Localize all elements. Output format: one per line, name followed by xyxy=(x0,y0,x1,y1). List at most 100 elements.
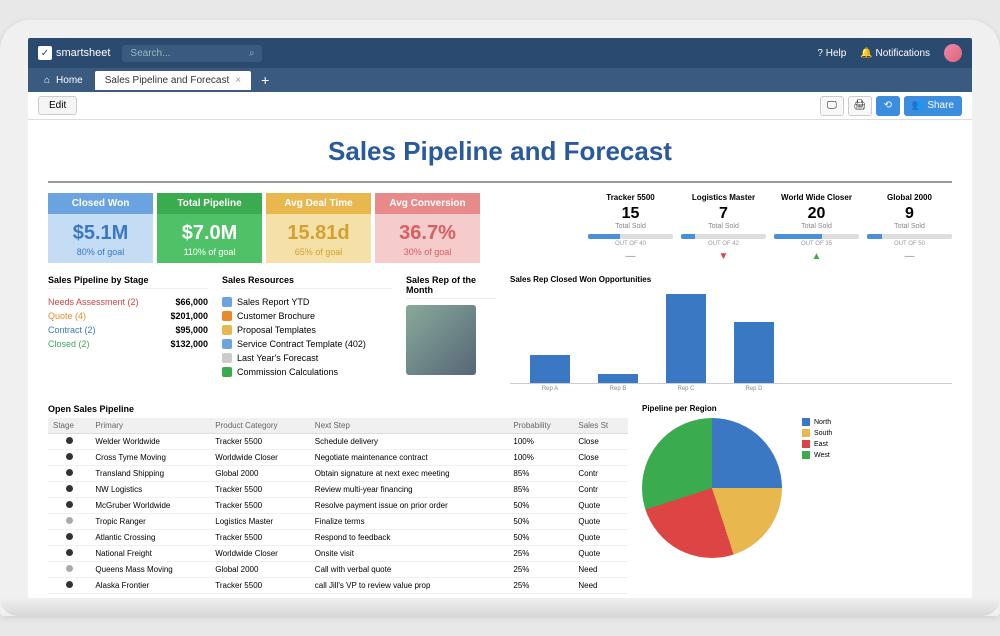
cell-probability: 85% xyxy=(508,466,573,482)
legend-swatch xyxy=(802,440,810,448)
table-row[interactable]: Transland Shipping Global 2000 Obtain si… xyxy=(48,466,628,482)
table-header[interactable]: Product Category xyxy=(210,418,310,434)
resource-icon xyxy=(222,325,232,335)
chart-bar xyxy=(666,294,706,383)
stage-dot-icon xyxy=(66,453,73,460)
user-avatar[interactable] xyxy=(944,44,962,62)
tracker-out-of: OUT OF 40 xyxy=(588,241,673,247)
resources-panel: Sales Resources Sales Report YTD Custome… xyxy=(222,275,392,394)
stage-dot-icon xyxy=(66,501,73,508)
tracker-value: 7 xyxy=(681,205,766,223)
stages-title: Sales Pipeline by Stage xyxy=(48,275,208,289)
cell-sales: Contr xyxy=(573,482,628,498)
trend-icon: — xyxy=(867,251,952,262)
table-header[interactable]: Primary xyxy=(90,418,210,434)
kpi-label: Avg Conversion xyxy=(375,193,480,214)
tracker-card: Logistics Master 7 Total Sold OUT OF 42 … xyxy=(681,193,766,263)
table-row[interactable]: Queens Mass Moving Global 2000 Call with… xyxy=(48,562,628,578)
table-title: Open Sales Pipeline xyxy=(48,404,628,414)
pipeline-table: StagePrimaryProduct CategoryNext StepPro… xyxy=(48,418,628,594)
share-button[interactable]: 👥 Share xyxy=(904,96,962,116)
cell-sales: Need xyxy=(573,562,628,578)
notifications-link[interactable]: 🔔 Notifications xyxy=(860,48,930,59)
resource-label: Proposal Templates xyxy=(237,325,316,335)
resource-link[interactable]: Last Year's Forecast xyxy=(222,351,392,365)
legend-item: East xyxy=(802,440,832,448)
chart-bar xyxy=(734,322,774,383)
tracker-row: Tracker 5500 15 Total Sold OUT OF 40 — L… xyxy=(588,193,952,263)
kpi-sub: 65% of goal xyxy=(266,247,371,257)
stage-dot-icon xyxy=(66,549,73,556)
tracker-progress xyxy=(867,234,952,239)
edit-button[interactable]: Edit xyxy=(38,96,77,115)
add-tab-button[interactable]: + xyxy=(253,72,277,88)
cell-nextstep: Negotiate maintenance contract xyxy=(310,450,509,466)
cell-category: Tracker 5500 xyxy=(210,434,310,450)
legend-label: West xyxy=(814,452,830,459)
cell-primary: Cross Tyme Moving xyxy=(90,450,210,466)
cell-probability: 25% xyxy=(508,546,573,562)
cell-sales: Contr xyxy=(573,466,628,482)
bar-chart-labels: Rep ARep BRep CRep D xyxy=(510,384,952,394)
table-row[interactable]: McGruber Worldwide Tracker 5500 Resolve … xyxy=(48,498,628,514)
bar-label: Rep C xyxy=(666,386,706,392)
resource-icon xyxy=(222,311,232,321)
present-button[interactable]: 🖵 xyxy=(820,96,844,116)
kpi-value: 15.81d xyxy=(266,222,371,245)
resource-link[interactable]: Proposal Templates xyxy=(222,323,392,337)
cell-probability: 100% xyxy=(508,434,573,450)
table-row[interactable]: Cross Tyme Moving Worldwide Closer Negot… xyxy=(48,450,628,466)
cell-category: Logistics Master xyxy=(210,514,310,530)
table-row[interactable]: Welder Worldwide Tracker 5500 Schedule d… xyxy=(48,434,628,450)
cell-probability: 25% xyxy=(508,578,573,594)
tracker-label: Total Sold xyxy=(774,223,859,230)
monitor-icon: 🖵 xyxy=(827,100,837,111)
tab-home[interactable]: ⌂ Home xyxy=(34,71,93,90)
cell-probability: 25% xyxy=(508,562,573,578)
cell-nextstep: Onsite visit xyxy=(310,546,509,562)
resource-link[interactable]: Customer Brochure xyxy=(222,309,392,323)
cell-nextstep: Respond to feedback xyxy=(310,530,509,546)
resource-link[interactable]: Sales Report YTD xyxy=(222,295,392,309)
brand-logo[interactable]: ✓ smartsheet xyxy=(38,46,110,60)
cell-nextstep: Review multi-year financing xyxy=(310,482,509,498)
legend-label: East xyxy=(814,441,828,448)
table-row[interactable]: Tropic Ranger Logistics Master Finalize … xyxy=(48,514,628,530)
tab-active[interactable]: Sales Pipeline and Forecast × xyxy=(95,71,251,90)
stage-row: Closed (2) $132,000 xyxy=(48,337,208,351)
resource-link[interactable]: Service Contract Template (402) xyxy=(222,337,392,351)
table-row[interactable]: National Freight Worldwide Closer Onsite… xyxy=(48,546,628,562)
table-header[interactable]: Probability xyxy=(508,418,573,434)
cell-category: Tracker 5500 xyxy=(210,482,310,498)
pipeline-table-panel: Open Sales Pipeline StagePrimaryProduct … xyxy=(48,404,628,594)
page-title: Sales Pipeline and Forecast xyxy=(48,136,952,167)
cell-probability: 100% xyxy=(508,450,573,466)
table-row[interactable]: Atlantic Crossing Tracker 5500 Respond t… xyxy=(48,530,628,546)
cell-sales: Close xyxy=(573,450,628,466)
refresh-button[interactable]: ⟲ xyxy=(876,96,900,116)
legend-swatch xyxy=(802,429,810,437)
stage-row: Needs Assessment (2) $66,000 xyxy=(48,295,208,309)
resource-link[interactable]: Commission Calculations xyxy=(222,365,392,379)
search-box[interactable]: ⌕ xyxy=(122,45,262,62)
search-input[interactable] xyxy=(130,48,248,59)
cell-sales: Quote xyxy=(573,514,628,530)
kpi-sub: 110% of goal xyxy=(157,247,262,257)
cell-category: Tracker 5500 xyxy=(210,498,310,514)
table-header[interactable]: Next Step xyxy=(310,418,509,434)
table-header[interactable]: Sales St xyxy=(573,418,628,434)
help-link[interactable]: ? Help xyxy=(817,48,846,59)
print-button[interactable]: 🖨 xyxy=(848,96,872,116)
table-header[interactable]: Stage xyxy=(48,418,90,434)
bell-icon: 🔔 xyxy=(860,48,872,59)
table-row[interactable]: NW Logistics Tracker 5500 Review multi-y… xyxy=(48,482,628,498)
legend-label: North xyxy=(814,419,831,426)
kpi-label: Avg Deal Time xyxy=(266,193,371,214)
close-icon[interactable]: × xyxy=(235,75,241,86)
kpi-value: $5.1M xyxy=(48,222,153,245)
stage-name: Quote (4) xyxy=(48,311,86,321)
cell-primary: Atlantic Crossing xyxy=(90,530,210,546)
search-icon[interactable]: ⌕ xyxy=(249,48,255,59)
bar-chart xyxy=(510,289,952,384)
table-row[interactable]: Alaska Frontier Tracker 5500 call Jill's… xyxy=(48,578,628,594)
